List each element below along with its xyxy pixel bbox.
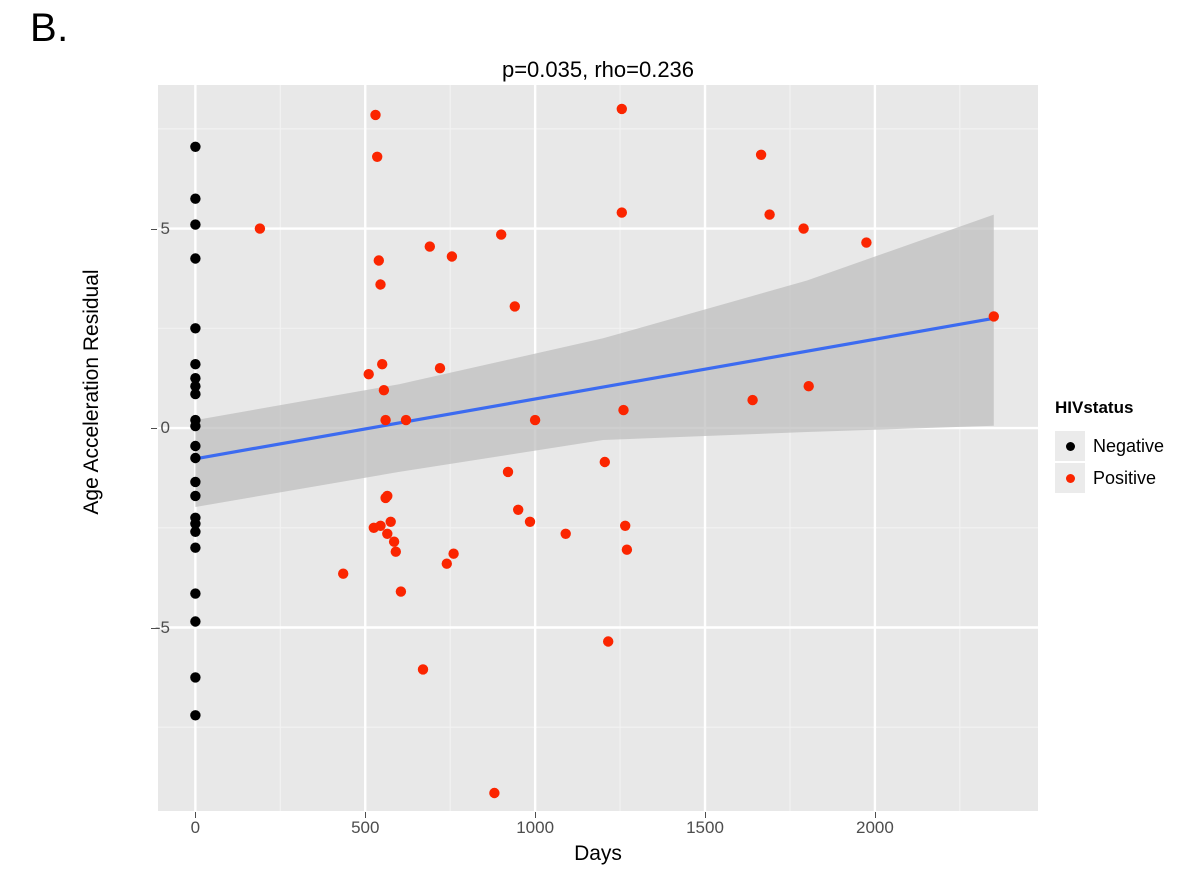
data-point: [363, 369, 374, 380]
data-point: [434, 363, 446, 374]
x-tick-label: 1000: [516, 818, 555, 837]
data-point: [190, 542, 201, 553]
data-point: [375, 520, 386, 531]
y-tick-label: 0: [160, 418, 170, 438]
data-point: [382, 528, 393, 539]
data-point: [621, 544, 633, 555]
data-point: [489, 787, 500, 799]
x-tick-label: 2000: [855, 818, 894, 837]
data-point: [373, 255, 384, 266]
data-point: [861, 237, 872, 248]
data-point: [616, 103, 627, 115]
data-point: [190, 526, 201, 537]
data-point: [190, 141, 201, 152]
data-point: [620, 520, 631, 531]
legend-title: HIVstatus: [1055, 398, 1134, 417]
plot-title: p=0.035, rho=0.236: [501, 57, 695, 82]
data-point: [513, 504, 524, 515]
data-point: [385, 516, 396, 527]
data-point: [370, 109, 381, 121]
data-point: [380, 414, 391, 426]
data-point: [400, 414, 412, 426]
y-tick-label: 5: [160, 218, 170, 238]
plot-panel: [158, 85, 1038, 811]
data-point: [190, 253, 201, 264]
panel-letter: B.: [30, 6, 69, 50]
y-tick-label: -5: [154, 617, 170, 637]
data-point: [190, 323, 201, 334]
data-point: [190, 219, 201, 230]
x-tick-label: 500: [351, 818, 380, 837]
data-point: [190, 193, 201, 204]
legend-key: [1055, 431, 1085, 461]
data-point: [190, 420, 201, 432]
data-point: [502, 466, 514, 478]
data-point: [509, 301, 520, 312]
legend: HIVstatus Negative Positive: [1055, 398, 1164, 494]
data-point: [190, 476, 201, 488]
data-point: [190, 359, 201, 370]
data-point: [803, 381, 814, 392]
x-axis-title: Days: [574, 842, 622, 865]
data-point: [382, 490, 393, 502]
legend-item-negative[interactable]: Negative: [1055, 430, 1164, 462]
data-point: [603, 636, 614, 647]
data-point: [747, 394, 758, 406]
data-point: [755, 149, 767, 160]
data-point: [190, 490, 201, 502]
x-tick-label: 1500: [686, 818, 724, 837]
data-point: [599, 456, 610, 468]
data-point: [388, 536, 400, 547]
data-point: [254, 223, 266, 234]
legend-item-positive[interactable]: Positive: [1055, 462, 1164, 494]
data-point: [496, 229, 507, 240]
data-point: [798, 223, 809, 234]
data-point: [395, 586, 407, 597]
data-point: [190, 440, 201, 452]
legend-items: Negative Positive: [1055, 430, 1164, 494]
data-point: [446, 251, 458, 262]
data-point: [190, 710, 201, 721]
data-point: [988, 311, 999, 322]
legend-key: [1055, 463, 1085, 493]
data-point: [190, 388, 201, 400]
y-tick-mark: [151, 228, 157, 230]
data-point: [375, 279, 386, 290]
data-point: [190, 588, 201, 599]
legend-label: Negative: [1093, 435, 1165, 456]
data-point: [377, 359, 388, 370]
data-point: [424, 241, 435, 252]
data-point: [338, 568, 349, 579]
data-point: [764, 209, 775, 220]
data-point: [448, 548, 459, 559]
figure-panel-b: B. p=0.035, rho=0.236 Age Acceleration R…: [0, 0, 1200, 885]
data-point: [529, 414, 541, 426]
data-point: [390, 546, 401, 557]
data-point: [190, 452, 201, 464]
data-point: [618, 404, 629, 416]
data-point: [372, 151, 383, 162]
data-point: [378, 385, 390, 396]
data-point: [616, 207, 627, 218]
data-point: [417, 664, 429, 675]
data-point: [441, 558, 452, 569]
y-tick-mark: [151, 428, 157, 430]
plot-area: [158, 85, 1038, 811]
x-tick-label: 0: [190, 818, 201, 837]
data-point: [190, 672, 201, 683]
y-axis-title: Age Acceleration Residual: [80, 269, 103, 515]
data-point: [560, 528, 571, 539]
legend-dot-icon: [1065, 473, 1075, 483]
legend-label: Positive: [1093, 467, 1157, 488]
legend-dot-icon: [1065, 441, 1075, 451]
data-point: [190, 616, 201, 627]
data-point: [524, 516, 536, 527]
